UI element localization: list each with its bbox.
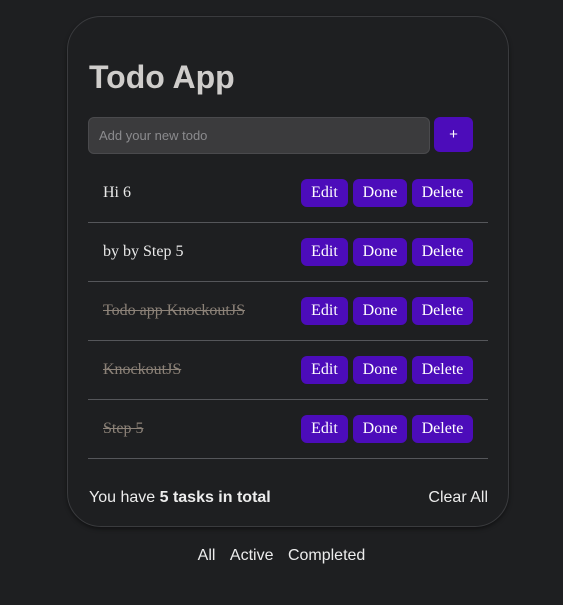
delete-button[interactable]: Delete [412,356,473,384]
todo-text: Todo app KnockoutJS [103,302,245,319]
todo-text: Hi 6 [103,184,131,201]
filter-active[interactable]: Active [230,547,274,564]
edit-button[interactable]: Edit [301,297,348,325]
todo-actions: Edit Done Delete [301,415,473,443]
delete-button[interactable]: Delete [412,415,473,443]
todo-item: Step 5 Edit Done Delete [88,400,488,459]
done-button[interactable]: Done [353,179,407,207]
todo-actions: Edit Done Delete [301,297,473,325]
add-todo-button[interactable]: + [434,117,473,152]
edit-button[interactable]: Edit [301,415,348,443]
todo-actions: Edit Done Delete [301,179,473,207]
edit-button[interactable]: Edit [301,356,348,384]
todo-actions: Edit Done Delete [301,356,473,384]
task-count-value: 5 tasks in total [159,489,271,506]
edit-button[interactable]: Edit [301,179,348,207]
new-todo-input[interactable] [88,117,430,154]
filter-bar: All Active Completed [0,547,563,565]
done-button[interactable]: Done [353,415,407,443]
clear-all-button[interactable]: Clear All [428,489,488,507]
todo-item: Todo app KnockoutJS Edit Done Delete [88,282,488,341]
delete-button[interactable]: Delete [412,297,473,325]
task-count: You have 5 tasks in total [89,489,271,507]
todo-card: Todo App + Hi 6 Edit Done Delete by by S… [67,16,509,527]
filter-all[interactable]: All [198,547,216,564]
done-button[interactable]: Done [353,356,407,384]
todo-text: by by Step 5 [103,243,184,260]
todo-item: KnockoutJS Edit Done Delete [88,341,488,400]
todo-text: KnockoutJS [103,361,182,378]
done-button[interactable]: Done [353,238,407,266]
done-button[interactable]: Done [353,297,407,325]
task-count-prefix: You have [89,489,160,506]
todo-text: Step 5 [103,420,144,437]
todo-item: Hi 6 Edit Done Delete [88,164,488,223]
delete-button[interactable]: Delete [412,179,473,207]
todo-list: Hi 6 Edit Done Delete by by Step 5 Edit … [88,164,488,459]
todo-actions: Edit Done Delete [301,238,473,266]
filter-completed[interactable]: Completed [288,547,365,564]
delete-button[interactable]: Delete [412,238,473,266]
edit-button[interactable]: Edit [301,238,348,266]
todo-item: by by Step 5 Edit Done Delete [88,223,488,282]
page-title: Todo App [89,59,235,95]
